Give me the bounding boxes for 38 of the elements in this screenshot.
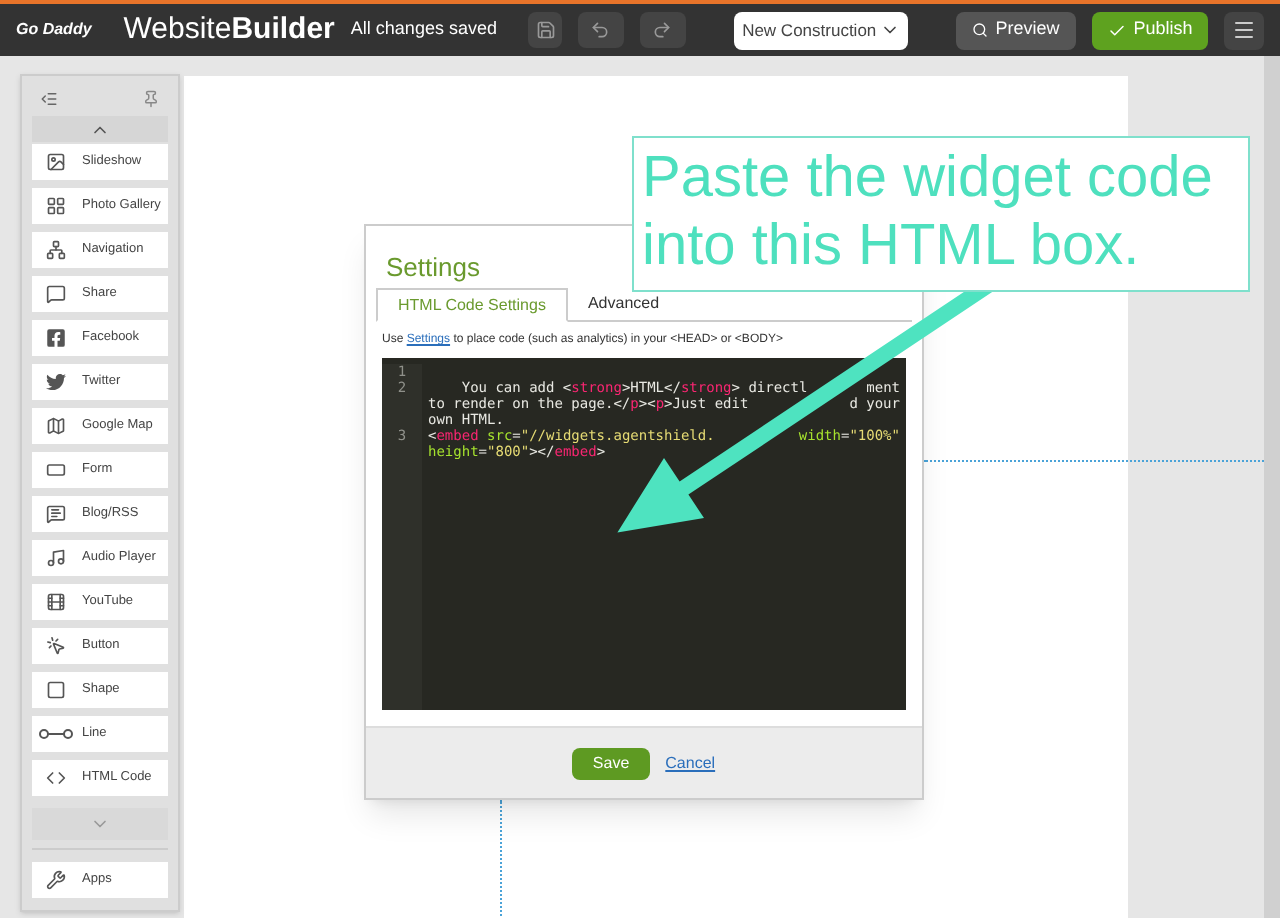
floppy-icon [535, 20, 556, 40]
tools-icon [46, 870, 66, 890]
app-title: WebsiteBuilder [123, 9, 335, 50]
music-icon [46, 548, 66, 568]
code-icon [46, 768, 66, 788]
callout: Paste the widget code into this HTML box. [632, 136, 1250, 292]
logo: Go Daddy [16, 18, 92, 42]
guide-line [500, 800, 502, 918]
blog-icon [46, 504, 66, 524]
save-status: All changes saved [350, 16, 497, 43]
redo-icon [652, 20, 673, 40]
collapse-icon[interactable] [40, 90, 58, 108]
page-dropdown[interactable]: New Construction [734, 11, 908, 49]
speech-bubble-icon [46, 284, 66, 304]
line-icon [38, 728, 74, 740]
search-icon [971, 22, 988, 38]
film-icon [46, 592, 66, 612]
check-icon [1107, 21, 1126, 39]
form-icon [46, 460, 66, 480]
menu-button[interactable] [1224, 11, 1264, 49]
slideshow-icon [46, 152, 66, 172]
gallery-icon [46, 196, 66, 216]
undo-icon [590, 20, 611, 40]
map-icon [46, 416, 66, 436]
twitter-icon [46, 372, 66, 392]
redo-button[interactable] [639, 12, 687, 48]
save-button[interactable] [528, 12, 562, 48]
preview-button[interactable]: Preview [955, 11, 1076, 49]
shape-icon [46, 680, 66, 700]
menu-icon [1232, 18, 1257, 42]
button-icon [46, 636, 66, 656]
navigation-icon [46, 240, 66, 260]
cancel-link[interactable]: Cancel [665, 751, 716, 775]
undo-button[interactable] [577, 12, 624, 48]
dialog-title: Settings [386, 252, 480, 282]
pin-icon[interactable] [142, 90, 160, 108]
tab[interactable]: Advanced [567, 286, 680, 320]
facebook-icon [46, 328, 66, 348]
